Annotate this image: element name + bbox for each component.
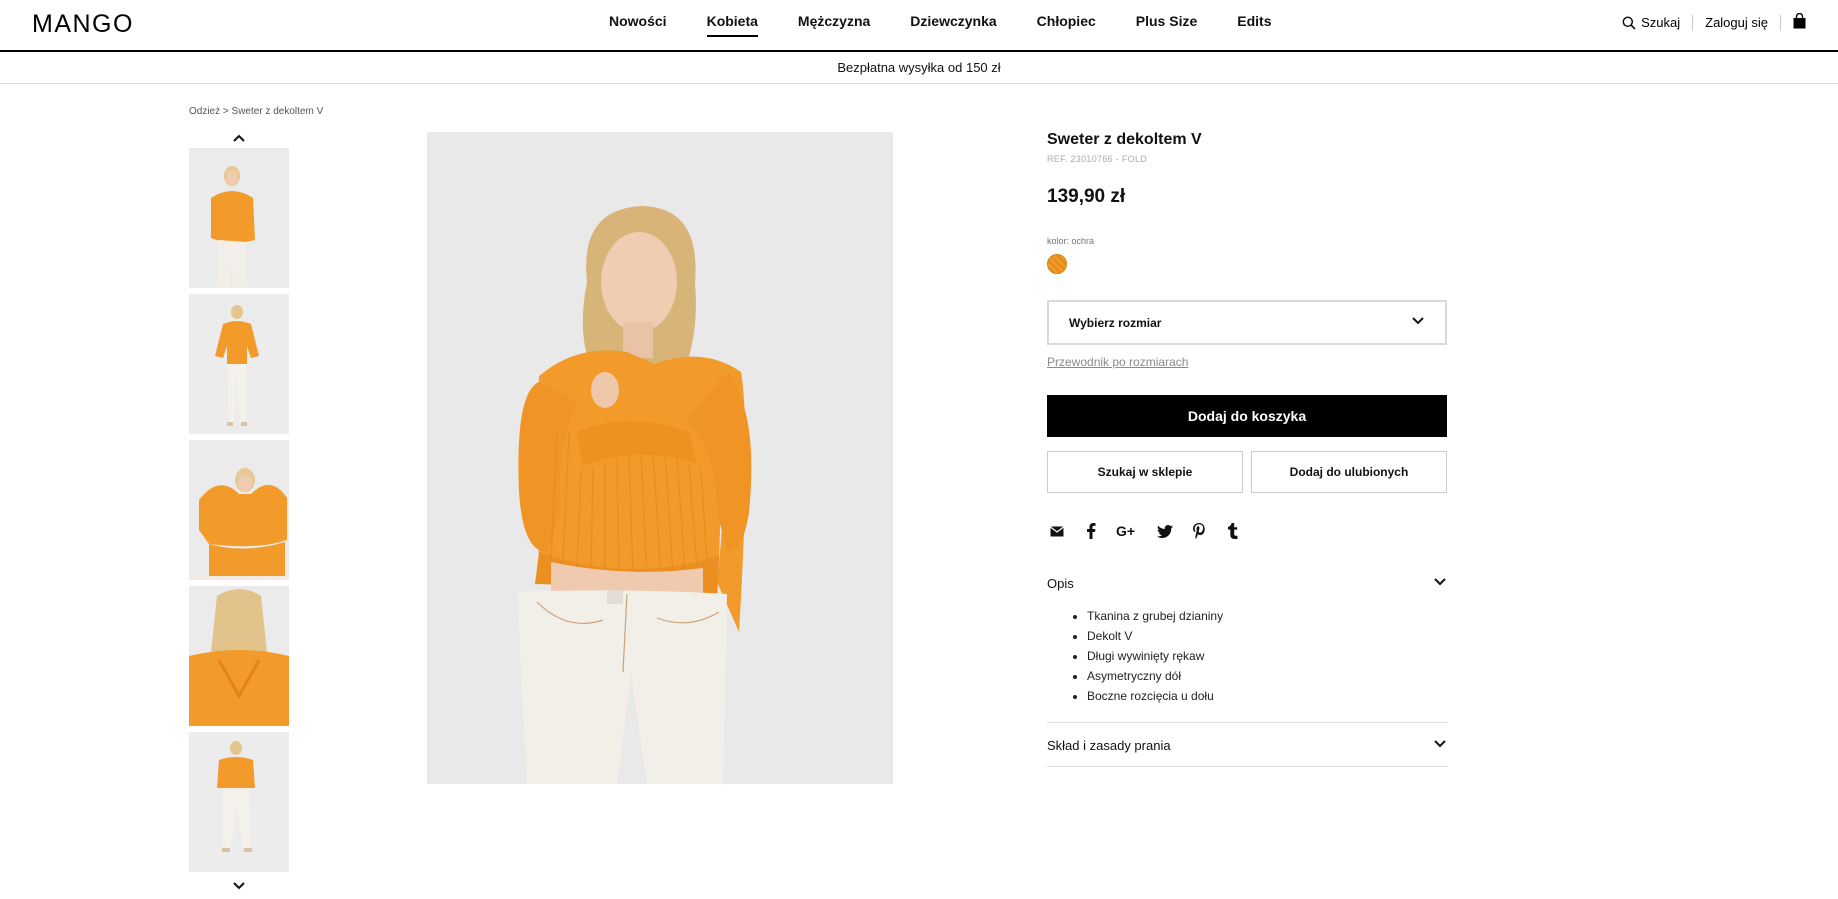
bag-icon[interactable] — [1793, 12, 1806, 32]
twitter-icon[interactable] — [1155, 521, 1175, 541]
product-price: 139,90 zł — [1047, 186, 1126, 207]
search-label: Szukaj — [1641, 15, 1681, 30]
nav-item-dziewczynka[interactable]: Dziewczynka — [910, 13, 996, 37]
size-guide-link[interactable]: Przewodnik po rozmiarach — [1047, 355, 1188, 369]
breadcrumb-separator: > — [222, 106, 229, 117]
product-thumbnail[interactable] — [189, 440, 289, 580]
product-thumbnail[interactable] — [189, 294, 289, 434]
thumbnail-list — [189, 148, 289, 878]
secondary-actions: Szukaj w sklepie Dodaj do ulubionych — [1047, 451, 1447, 493]
search-button[interactable]: Szukaj — [1622, 15, 1680, 30]
header-divider — [1780, 14, 1781, 31]
breadcrumb-current: Sweter z dekoltem V — [231, 106, 324, 117]
list-item: Boczne rozcięcia u dołu — [1087, 686, 1447, 706]
header-actions: Szukaj Zaloguj się — [1622, 12, 1806, 32]
chevron-down-icon — [1433, 737, 1447, 754]
nav-item-mezczyzna[interactable]: Mężczyzna — [798, 13, 870, 37]
size-select-label: Wybierz rozmiar — [1069, 315, 1162, 330]
nav-item-edits[interactable]: Edits — [1237, 13, 1271, 37]
description-title: Opis — [1047, 576, 1074, 591]
pinterest-icon[interactable] — [1189, 521, 1209, 541]
product-title: Sweter z dekoltem V — [1047, 131, 1202, 148]
breadcrumb: Odzież > Sweter z dekoltem V — [189, 106, 323, 117]
nav-item-kobieta[interactable]: Kobieta — [706, 13, 758, 37]
breadcrumb-parent[interactable]: Odzież — [189, 106, 220, 117]
nav-item-nowosci[interactable]: Nowości — [609, 13, 667, 37]
care-title: Skład i zasady prania — [1047, 738, 1171, 753]
promo-bar: Bezpłatna wysyłka od 150 zł — [0, 52, 1838, 84]
nav-item-chlopiec[interactable]: Chłopiec — [1037, 13, 1096, 37]
nav-item-plus-size[interactable]: Plus Size — [1136, 13, 1197, 37]
header-divider — [1692, 14, 1694, 31]
svg-text:G+: G+ — [1116, 524, 1135, 538]
product-details: Sweter z dekoltem V REF. 23010766 - FOLD… — [1047, 131, 1447, 767]
description-accordion: Opis Tkanina z grubej dzianiny Dekolt V … — [1047, 575, 1447, 706]
size-select[interactable]: Wybierz rozmiar — [1047, 300, 1447, 345]
brand-logo[interactable]: MANGO — [32, 10, 134, 39]
description-header[interactable]: Opis — [1047, 575, 1447, 592]
product-thumbnail[interactable] — [189, 586, 289, 726]
chevron-down-icon[interactable] — [232, 879, 246, 893]
product-main-image[interactable] — [427, 132, 893, 784]
find-in-store-button[interactable]: Szukaj w sklepie — [1047, 451, 1243, 493]
facebook-icon[interactable] — [1081, 521, 1101, 541]
add-to-cart-button[interactable]: Dodaj do koszyka — [1047, 395, 1447, 437]
google-plus-icon[interactable]: G+ — [1115, 521, 1141, 541]
list-item: Tkanina z grubej dzianiny — [1087, 606, 1447, 626]
list-item: Dekolt V — [1087, 626, 1447, 646]
chevron-up-icon[interactable] — [232, 131, 246, 145]
email-icon[interactable] — [1047, 521, 1067, 541]
product-thumbnail[interactable] — [189, 732, 289, 872]
tumblr-icon[interactable] — [1223, 521, 1243, 541]
color-swatch[interactable] — [1047, 254, 1067, 274]
product-thumbnail[interactable] — [189, 148, 289, 288]
list-item: Długi wywinięty rękaw — [1087, 646, 1447, 666]
search-icon — [1622, 16, 1636, 30]
main-nav: Nowości Kobieta Mężczyzna Dziewczynka Ch… — [609, 13, 1311, 37]
product-reference: REF. 23010766 - FOLD — [1047, 154, 1148, 164]
divider — [1047, 766, 1447, 767]
care-header[interactable]: Skład i zasady prania — [1047, 737, 1447, 754]
add-to-favorites-button[interactable]: Dodaj do ulubionych — [1251, 451, 1447, 493]
chevron-down-icon — [1411, 314, 1425, 331]
description-list: Tkanina z grubej dzianiny Dekolt V Długi… — [1047, 606, 1447, 706]
list-item: Asymetryczny dół — [1087, 666, 1447, 686]
site-header: MANGO Nowości Kobieta Mężczyzna Dziewczy… — [0, 0, 1838, 52]
share-icons: G+ — [1047, 521, 1447, 541]
chevron-down-icon — [1433, 575, 1447, 592]
care-accordion: Skład i zasady prania — [1047, 723, 1447, 766]
login-link[interactable]: Zaloguj się — [1705, 15, 1768, 30]
color-label: kolor: ochra — [1047, 236, 1095, 246]
